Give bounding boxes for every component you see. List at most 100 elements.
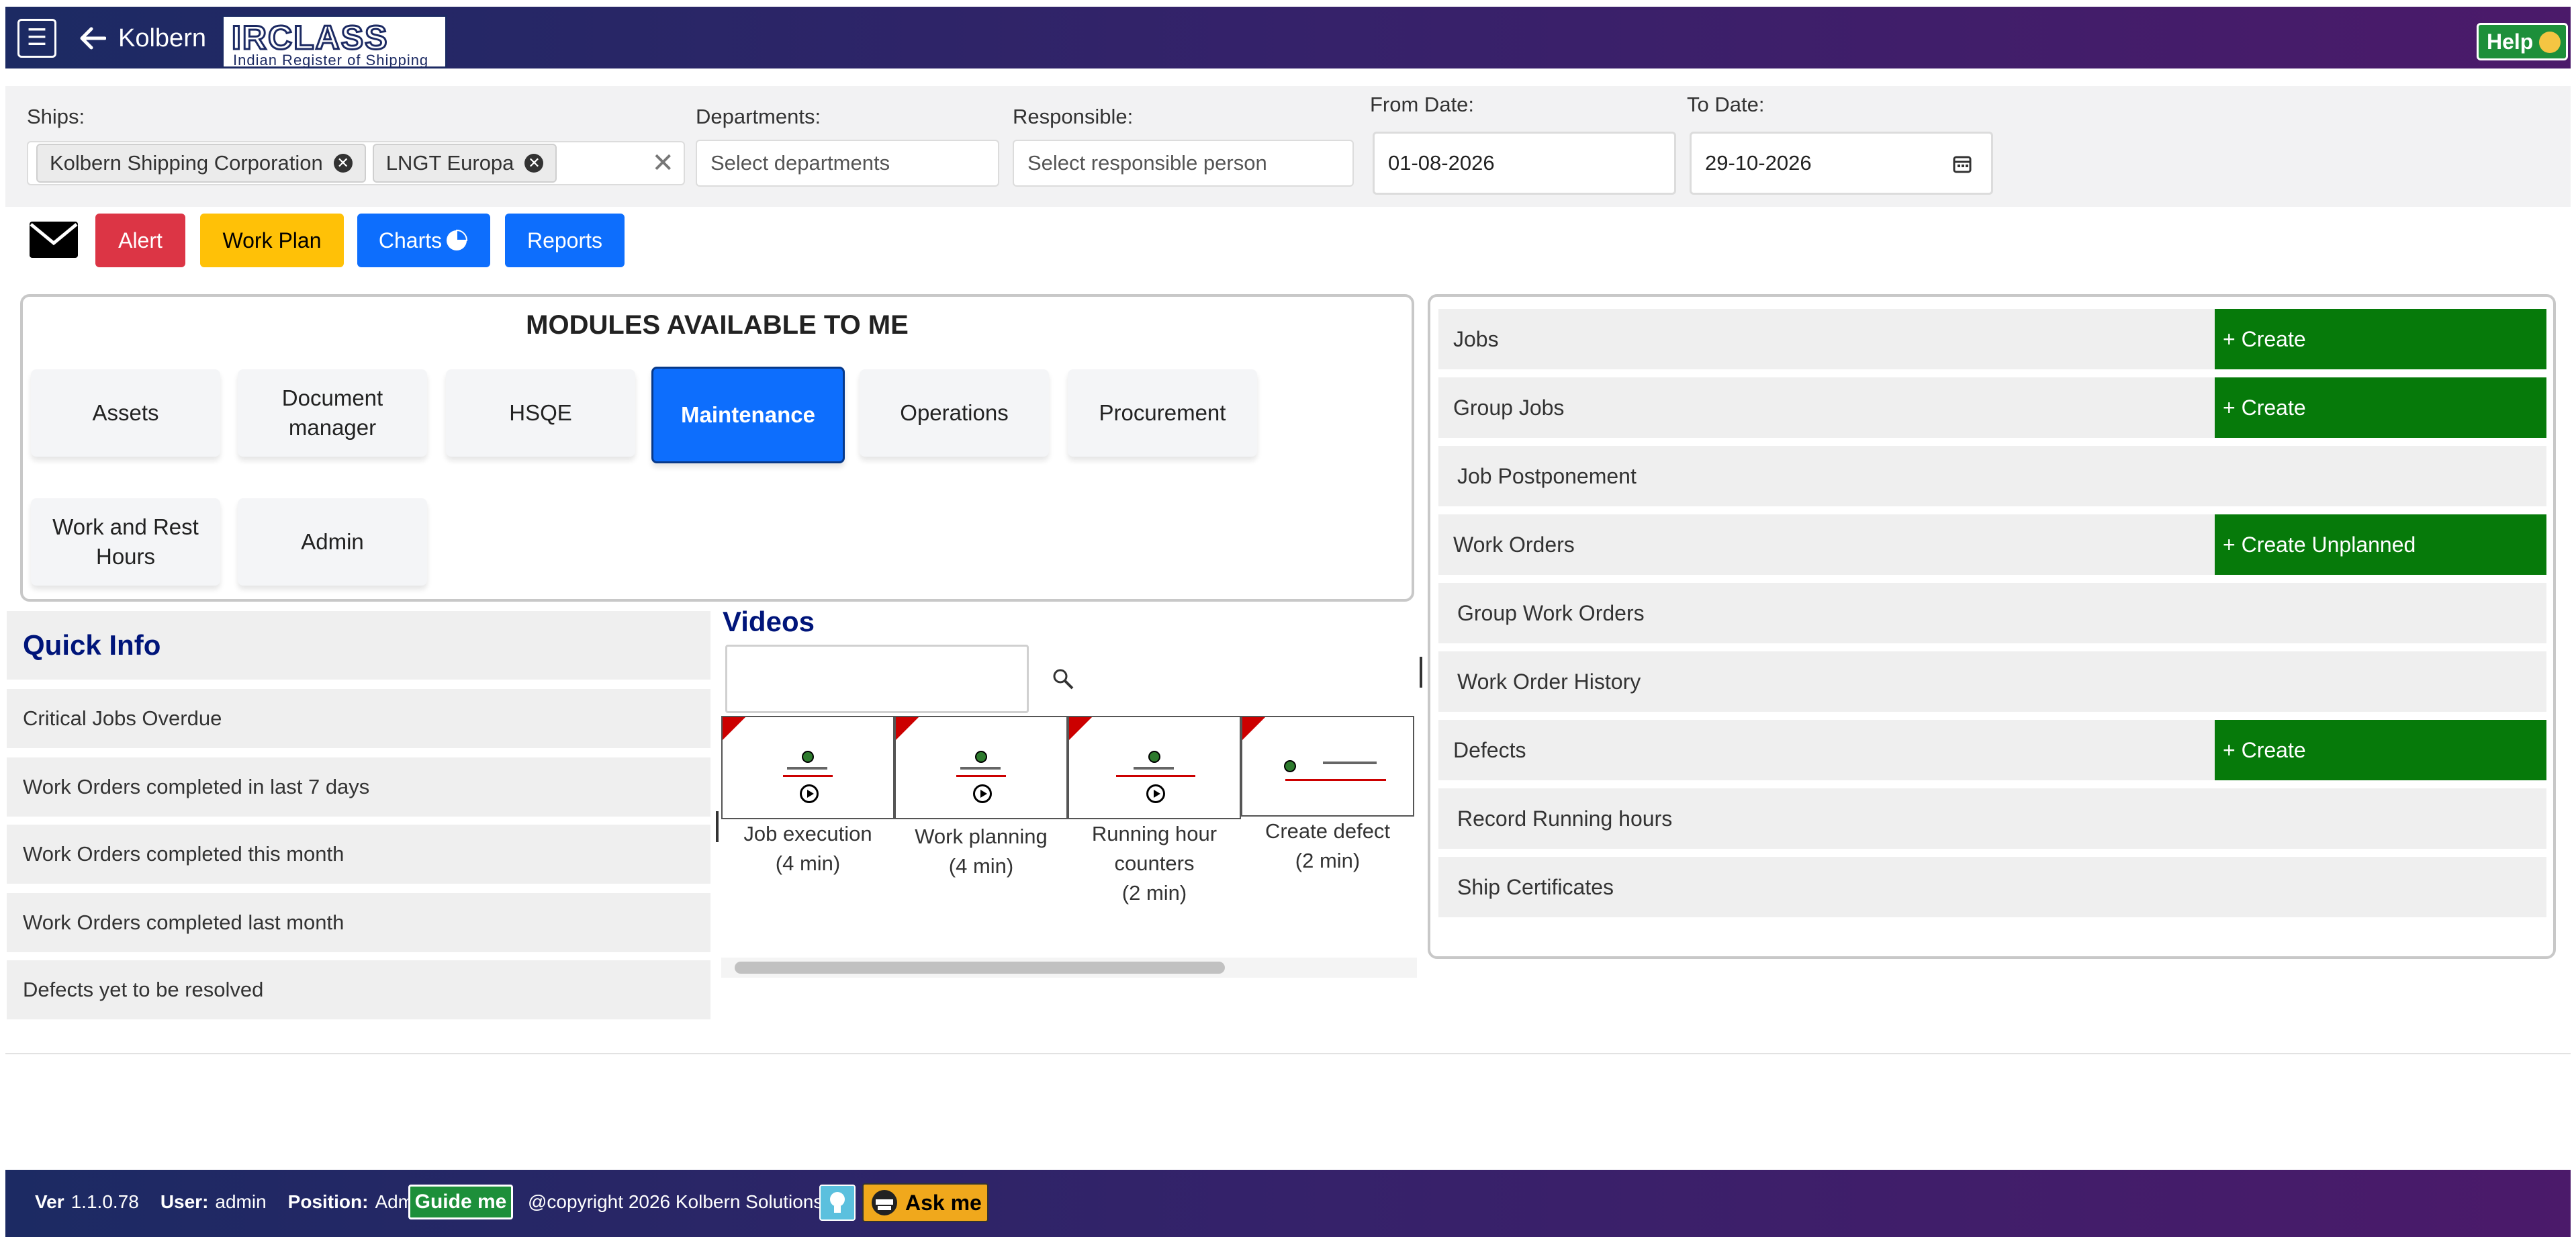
clear-all-icon[interactable]: ✕ <box>651 148 674 179</box>
hamburger-menu-button[interactable]: ☰ <box>17 19 56 58</box>
ship-chip: Kolbern Shipping Corporation ✕ <box>36 144 366 183</box>
lightbulb-icon <box>830 1192 845 1213</box>
module-procurement[interactable]: Procurement <box>1068 369 1257 457</box>
calendar-icon[interactable] <box>1952 154 1972 174</box>
user-value: admin <box>215 1191 267 1212</box>
create-group-job-button[interactable]: + Create <box>2215 377 2546 438</box>
remove-chip-icon[interactable]: ✕ <box>524 154 544 173</box>
version-label: Ver <box>35 1191 64 1212</box>
video-caption: Job execution (4 min) <box>743 822 872 875</box>
module-hsqe[interactable]: HSQE <box>446 369 635 457</box>
video-caption: Running hour counters (2 min) <box>1091 822 1217 905</box>
video-search-input[interactable] <box>725 645 1029 713</box>
horizontal-scrollbar[interactable] <box>721 958 1417 978</box>
help-button[interactable]: Help <box>2477 23 2568 60</box>
create-defect-button[interactable]: + Create <box>2215 720 2546 780</box>
alert-button[interactable]: Alert <box>95 214 185 267</box>
irclass-logo: IRCLASS Indian Register of Shipping <box>222 15 447 68</box>
responsible-label: Responsible: <box>1013 105 1134 128</box>
pie-chart-icon <box>447 229 468 250</box>
back-button[interactable]: Kolbern <box>79 20 206 56</box>
modules-title: MODULES AVAILABLE TO ME <box>526 310 909 340</box>
remove-chip-icon[interactable]: ✕ <box>333 154 353 173</box>
create-unplanned-button[interactable]: + Create Unplanned <box>2215 514 2546 575</box>
filter-bar: Ships: Kolbern Shipping Corporation ✕ LNG… <box>5 86 2571 207</box>
scroll-handle[interactable] <box>1420 657 1422 688</box>
video-caption: Work planning (4 min) <box>915 825 1048 878</box>
modules-panel: MODULES AVAILABLE TO ME Assets Document … <box>20 294 1414 602</box>
departments-placeholder: Select departments <box>710 151 890 175</box>
departments-select[interactable]: Select departments <box>696 140 999 187</box>
copyright-text: @copyright 2026 Kolbern Solutions <box>528 1191 823 1212</box>
module-maintenance[interactable]: Maintenance <box>651 367 845 463</box>
scrollbar-thumb[interactable] <box>735 962 1225 974</box>
play-icon <box>1146 784 1165 803</box>
ship-chip-label: LNGT Europa <box>385 151 514 175</box>
module-work-rest-hours[interactable]: Work and Rest Hours <box>31 498 220 586</box>
version-value: 1.1.0.78 <box>71 1191 139 1212</box>
ask-me-label: Ask me <box>905 1190 982 1215</box>
lightbulb-button[interactable] <box>819 1185 856 1221</box>
videos-title: Videos <box>723 606 815 637</box>
reports-button[interactable]: Reports <box>505 214 625 267</box>
to-date-label: To Date: <box>1687 93 1765 116</box>
scroll-handle[interactable] <box>716 811 719 842</box>
quick-info-item[interactable]: Defects yet to be resolved <box>7 960 710 1019</box>
footer-info: Ver 1.1.0.78 User: admin Position: Admin <box>35 1191 428 1213</box>
maintenance-links-panel: Jobs + Create Group Jobs + Create Job Po… <box>1428 294 2556 959</box>
help-face-icon <box>2539 32 2561 53</box>
quick-info-panel: Quick Info Critical Jobs Overdue Work Or… <box>7 610 710 1053</box>
videos-panel: Videos Job execution (4 min) Work plannin… <box>716 603 1422 1053</box>
guide-me-button[interactable]: Guide me <box>408 1185 513 1219</box>
work-plan-button[interactable]: Work Plan <box>200 214 344 267</box>
envelope-icon <box>30 222 78 258</box>
group-work-orders-link[interactable]: Group Work Orders <box>1438 583 2546 643</box>
to-date-value: 29-10-2026 <box>1705 151 1812 175</box>
charts-button[interactable]: Charts <box>357 214 490 267</box>
play-icon <box>800 784 819 803</box>
user-label: User: <box>160 1191 209 1212</box>
module-admin[interactable]: Admin <box>238 498 427 586</box>
hamburger-icon: ☰ <box>26 25 48 50</box>
mail-button[interactable] <box>28 219 79 261</box>
play-icon <box>973 784 992 803</box>
responsible-placeholder: Select responsible person <box>1027 151 1267 175</box>
create-job-button[interactable]: + Create <box>2215 309 2546 369</box>
record-running-hours-link[interactable]: Record Running hours <box>1438 788 2546 849</box>
ship-chip-label: Kolbern Shipping Corporation <box>50 151 323 175</box>
quick-info-item[interactable]: Work Orders completed in last 7 days <box>7 757 710 817</box>
work-order-history-link[interactable]: Work Order History <box>1438 651 2546 712</box>
back-label: Kolbern <box>118 24 206 52</box>
search-icon[interactable] <box>1052 667 1074 690</box>
from-date-input[interactable]: 01-08-2026 <box>1373 132 1676 195</box>
quick-info-item[interactable]: Work Orders completed last month <box>7 893 710 952</box>
quick-info-item[interactable]: Work Orders completed this month <box>7 825 710 884</box>
ask-me-button[interactable]: Ask me <box>862 1183 988 1222</box>
ship-chip: LNGT Europa ✕ <box>372 144 557 183</box>
ships-multiselect[interactable]: Kolbern Shipping Corporation ✕ LNGT Europ… <box>27 141 685 185</box>
position-label: Position: <box>287 1191 369 1212</box>
video-caption: Create defect (2 min) <box>1264 819 1391 872</box>
ships-label: Ships: <box>27 105 85 128</box>
from-date-value: 01-08-2026 <box>1388 151 1495 175</box>
responsible-select[interactable]: Select responsible person <box>1013 140 1354 187</box>
charts-label: Charts <box>378 228 443 252</box>
footer-bar: Ver 1.1.0.78 User: admin Position: Admin Gu… <box>5 1170 2571 1237</box>
quick-info-item[interactable]: Critical Jobs Overdue <box>7 689 710 748</box>
logo-subtitle: Indian Register of Shipping <box>233 52 429 68</box>
ship-certificates-link[interactable]: Ship Certificates <box>1438 857 2546 917</box>
module-operations[interactable]: Operations <box>860 369 1049 457</box>
job-postponement-link[interactable]: Job Postponement <box>1438 446 2546 506</box>
quick-info-title: Quick Info <box>7 611 710 680</box>
agent-icon <box>872 1190 897 1215</box>
video-thumbnail[interactable] <box>894 716 1068 819</box>
departments-label: Departments: <box>696 105 821 128</box>
content-divider <box>5 1053 2571 1054</box>
video-thumbnail[interactable] <box>1068 716 1241 819</box>
video-thumbnail[interactable] <box>721 716 894 819</box>
to-date-input[interactable]: 29-10-2026 <box>1690 132 1993 195</box>
module-assets[interactable]: Assets <box>31 369 220 457</box>
module-document-manager[interactable]: Document manager <box>238 369 427 457</box>
video-thumbnail[interactable] <box>1241 716 1414 817</box>
arrow-left-icon <box>80 27 106 50</box>
